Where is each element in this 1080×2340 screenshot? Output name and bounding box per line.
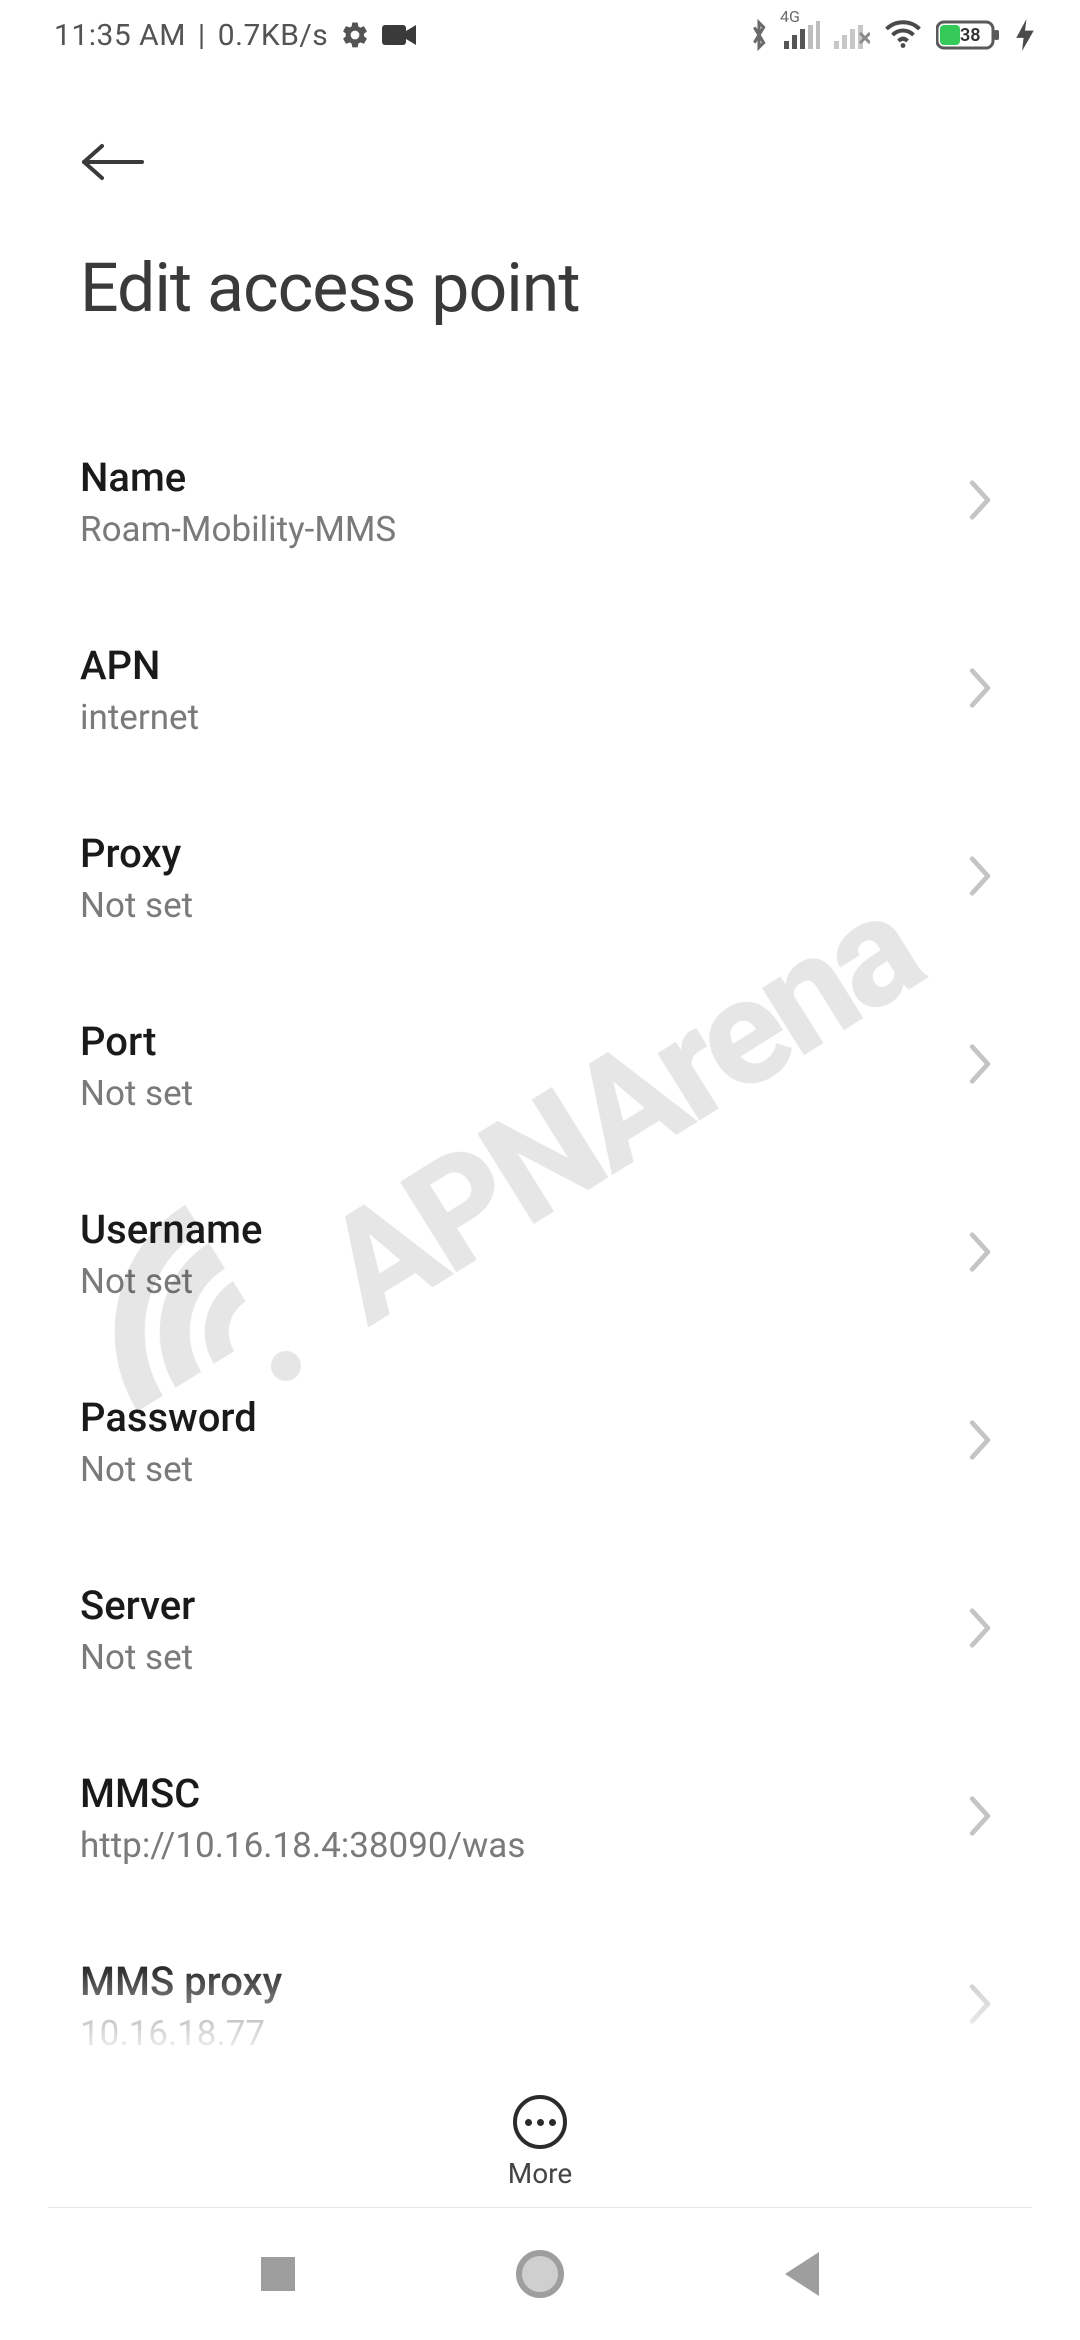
gear-icon <box>340 20 370 50</box>
camera-icon <box>382 23 416 47</box>
setting-row-name[interactable]: Name Roam-Mobility-MMS <box>80 418 1000 606</box>
setting-texts: Name Roam-Mobility-MMS <box>80 454 396 550</box>
setting-label: APN <box>80 642 199 689</box>
setting-row-mmsc[interactable]: MMSC http://10.16.18.4:38090/was <box>80 1734 1000 1922</box>
setting-label: MMS proxy <box>80 1958 282 2005</box>
setting-value: 10.16.18.77 <box>80 2013 282 2054</box>
setting-label: Password <box>80 1394 257 1441</box>
setting-row-proxy[interactable]: Proxy Not set <box>80 794 1000 982</box>
setting-label: Username <box>80 1206 262 1253</box>
back-button[interactable] <box>80 130 144 218</box>
setting-row-server[interactable]: Server Not set <box>80 1546 1000 1734</box>
status-net-speed: 0.7KB/s <box>218 18 329 53</box>
nav-home-button[interactable] <box>516 2250 564 2298</box>
chevron-right-icon <box>966 1230 994 1278</box>
setting-label: Server <box>80 1582 195 1629</box>
setting-texts: APN internet <box>80 642 199 738</box>
system-nav-bar <box>0 2208 1080 2340</box>
nav-back-button[interactable] <box>785 2252 819 2296</box>
wifi-icon <box>884 20 922 50</box>
setting-value: http://10.16.18.4:38090/was <box>80 1825 525 1866</box>
setting-value: Not set <box>80 1261 262 1302</box>
setting-label: Proxy <box>80 830 193 877</box>
bluetooth-icon <box>748 18 770 52</box>
setting-label: Name <box>80 454 396 501</box>
setting-texts: Port Not set <box>80 1018 193 1114</box>
setting-texts: Username Not set <box>80 1206 262 1302</box>
chevron-right-icon <box>966 1606 994 1654</box>
status-time: 11:35 AM <box>54 18 186 53</box>
setting-texts: Proxy Not set <box>80 830 193 926</box>
charging-icon <box>1016 19 1034 51</box>
setting-row-username[interactable]: Username Not set <box>80 1170 1000 1358</box>
chevron-right-icon <box>966 1982 994 2030</box>
setting-row-apn[interactable]: APN internet <box>80 606 1000 794</box>
setting-value: Not set <box>80 1449 257 1490</box>
setting-value: Not set <box>80 1073 193 1114</box>
settings-list: Name Roam-Mobility-MMS APN internet Proxy Not… <box>0 338 1080 2110</box>
signal-sim2-icon <box>834 21 870 49</box>
more-dots-icon <box>525 2119 532 2126</box>
signal-sim1-icon: 4G <box>784 21 820 49</box>
setting-row-password[interactable]: Password Not set <box>80 1358 1000 1546</box>
setting-value: Roam-Mobility-MMS <box>80 509 396 550</box>
chevron-right-icon <box>966 1042 994 1090</box>
setting-value: Not set <box>80 885 193 926</box>
chevron-right-icon <box>966 1794 994 1842</box>
setting-label: MMSC <box>80 1770 525 1817</box>
setting-texts: Password Not set <box>80 1394 257 1490</box>
status-bar: 11:35 AM | 0.7KB/s 4G 38 <box>0 0 1080 70</box>
setting-label: Port <box>80 1018 193 1065</box>
more-label: More <box>508 2157 573 2190</box>
chevron-right-icon <box>966 666 994 714</box>
setting-row-mms-proxy[interactable]: MMS proxy 10.16.18.77 <box>80 1922 1000 2110</box>
arrow-left-icon <box>80 140 144 184</box>
page-title: Edit access point <box>80 248 1000 328</box>
setting-value: Not set <box>80 1637 195 1678</box>
bottom-bar: More <box>0 2095 1080 2190</box>
battery-percent: 38 <box>960 25 981 46</box>
status-left: 11:35 AM | 0.7KB/s <box>54 18 416 53</box>
battery-icon: 38 <box>936 19 1002 51</box>
chevron-right-icon <box>966 1418 994 1466</box>
status-right: 4G 38 <box>748 18 1034 52</box>
setting-texts: MMSC http://10.16.18.4:38090/was <box>80 1770 525 1866</box>
setting-row-port[interactable]: Port Not set <box>80 982 1000 1170</box>
status-separator: | <box>198 18 206 53</box>
chevron-right-icon <box>966 854 994 902</box>
signal-sim1-label: 4G <box>780 7 800 26</box>
app-bar: Edit access point <box>0 70 1080 338</box>
setting-texts: Server Not set <box>80 1582 195 1678</box>
more-button[interactable] <box>513 2095 567 2149</box>
setting-value: internet <box>80 697 199 738</box>
setting-texts: MMS proxy 10.16.18.77 <box>80 1958 282 2054</box>
chevron-right-icon <box>966 478 994 526</box>
nav-recent-button[interactable] <box>261 2257 295 2291</box>
